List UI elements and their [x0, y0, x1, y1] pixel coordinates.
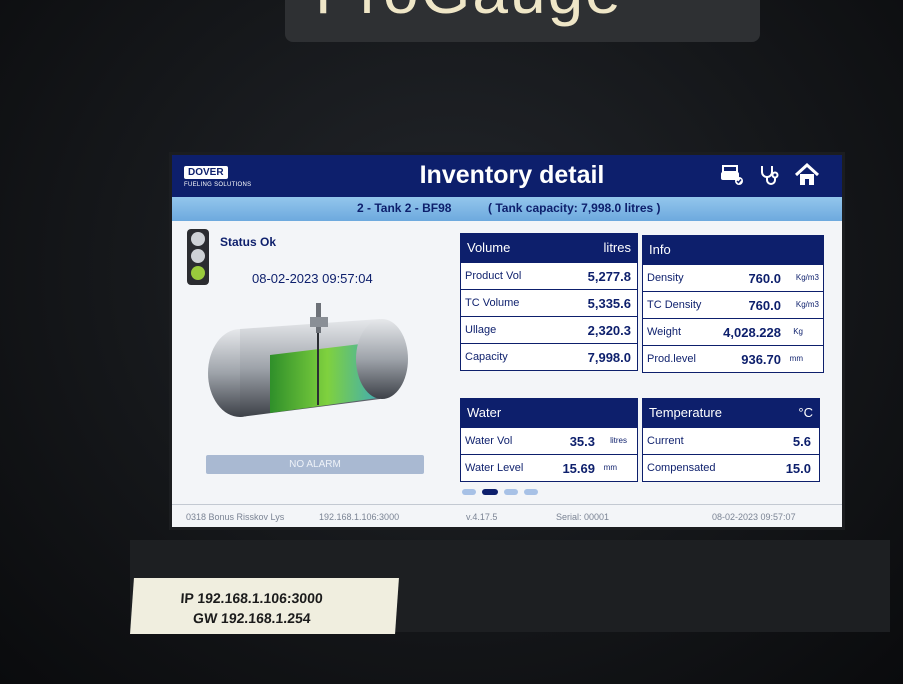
- top-bar: DOVER FUELING SOLUTIONS Inventory detail: [172, 155, 842, 197]
- info-row: Weight 4,028.228 Kg: [643, 318, 823, 345]
- status-lights: [187, 229, 209, 285]
- water-label: Water Vol: [465, 435, 513, 447]
- info-row: Density 760.0 Kg/m3: [643, 264, 823, 291]
- page-dot[interactable]: [524, 489, 538, 495]
- info-label: Weight: [647, 326, 682, 338]
- info-value: 936.70: [741, 352, 781, 367]
- temperature-header: Temperature °C: [643, 399, 819, 427]
- volume-label: Capacity: [465, 351, 508, 363]
- water-unit: litres: [610, 436, 627, 445]
- status-light-amber: [191, 249, 205, 263]
- brand-text: ProGauge: [315, 0, 623, 28]
- sticker-gw: GW 192.168.1.254: [192, 610, 312, 626]
- water-unit: mm: [603, 463, 617, 472]
- temperature-value: 15.0: [785, 461, 811, 476]
- footer-ip: 192.168.1.106:3000: [319, 512, 400, 522]
- status-text: Status Ok: [220, 235, 277, 249]
- info-row: Prod.level 936.70 mm: [643, 345, 823, 372]
- info-unit: Kg: [793, 327, 803, 336]
- home-icon[interactable]: [794, 162, 820, 193]
- info-label: Density: [647, 272, 684, 284]
- footer-serial: Serial: 00001: [556, 512, 610, 522]
- temperature-row: Compensated 15.0: [643, 454, 819, 481]
- volume-header: Volume litres: [461, 234, 637, 262]
- status-footer: 0318 Bonus Risskov Lys 192.168.1.106:300…: [172, 504, 842, 527]
- sticker-ip: IP 192.168.1.106:3000: [180, 590, 324, 606]
- volume-row: TC Volume 5,335.6: [461, 289, 637, 316]
- tank-subheader: 2 - Tank 2 - BF98 ( Tank capacity: 7,998…: [172, 197, 842, 221]
- water-label: Water Level: [465, 462, 524, 474]
- status-light-green: [191, 266, 205, 280]
- volume-value: 5,335.6: [587, 296, 631, 311]
- info-header: Info: [643, 236, 823, 264]
- logo-subtext: FUELING SOLUTIONS: [184, 182, 252, 188]
- footer-datetime: 08-02-2023 09:57:07: [712, 512, 796, 522]
- temperature-title: Temperature: [649, 405, 722, 420]
- page-dot-active[interactable]: [482, 489, 498, 495]
- info-unit: Kg/m3: [795, 300, 819, 309]
- ip-sticker: IP 192.168.1.106:3000 GW 192.168.1.254: [130, 578, 399, 634]
- volume-row: Product Vol 5,277.8: [461, 262, 637, 289]
- status-light-red: [191, 232, 205, 246]
- brand-plate: ProGauge: [285, 0, 760, 42]
- tank-graphic: [200, 297, 410, 432]
- info-label: Prod.level: [647, 353, 696, 365]
- volume-row: Capacity 7,998.0: [461, 343, 637, 370]
- water-panel: Water Water Vol 35.3 litres Water Level 15.…: [460, 398, 638, 482]
- temperature-panel: Temperature °C Current 5.6 Compensated 15.…: [642, 398, 820, 482]
- water-header: Water: [461, 399, 637, 427]
- screen: DOVER FUELING SOLUTIONS Inventory detail…: [172, 155, 842, 527]
- info-row: TC Density 760.0 Kg/m3: [643, 291, 823, 318]
- info-value: 760.0: [748, 271, 781, 286]
- info-value: 760.0: [748, 298, 781, 313]
- page-dot[interactable]: [462, 489, 476, 495]
- water-title: Water: [467, 405, 502, 420]
- dover-logo: DOVER FUELING SOLUTIONS: [184, 162, 251, 188]
- tank-name: 2 - Tank 2 - BF98: [357, 201, 452, 215]
- footer-version: v.4.17.5: [466, 512, 498, 522]
- water-row: Water Vol 35.3 litres: [461, 427, 637, 454]
- volume-title: Volume: [467, 240, 511, 255]
- water-value: 35.3: [569, 434, 595, 449]
- info-title: Info: [649, 242, 671, 257]
- volume-label: Ullage: [465, 324, 497, 336]
- volume-label: TC Volume: [465, 297, 520, 309]
- volume-label: Product Vol: [465, 270, 522, 282]
- temperature-label: Compensated: [647, 462, 716, 474]
- page-indicator: [462, 489, 538, 495]
- printer-check-icon[interactable]: [720, 164, 744, 192]
- volume-unit: litres: [603, 240, 631, 255]
- volume-value: 2,320.3: [587, 323, 631, 338]
- info-unit: Kg/m3: [795, 273, 819, 282]
- info-panel: Info Density 760.0 Kg/m3 TC Density 760.0 Kg…: [642, 235, 824, 373]
- logo-text: DOVER: [184, 166, 228, 179]
- temperature-label: Current: [647, 435, 684, 447]
- info-value: 4,028.228: [723, 325, 781, 340]
- water-row: Water Level 15.69 mm: [461, 454, 637, 481]
- volume-panel: Volume litres Product Vol 5,277.8 TC Volu…: [460, 233, 638, 371]
- temperature-value: 5.6: [792, 434, 811, 449]
- status-timestamp: 08-02-2023 09:57:04: [252, 271, 373, 286]
- footer-site: 0318 Bonus Risskov Lys: [186, 512, 285, 522]
- no-alarm-button[interactable]: NO ALARM: [206, 455, 424, 474]
- page-title: Inventory detail: [419, 161, 605, 189]
- volume-row: Ullage 2,320.3: [461, 316, 637, 343]
- info-label: TC Density: [647, 299, 702, 311]
- temperature-unit: °C: [798, 405, 813, 420]
- volume-value: 7,998.0: [587, 350, 631, 365]
- temperature-row: Current 5.6: [643, 427, 819, 454]
- tank-capacity: ( Tank capacity: 7,998.0 litres ): [488, 201, 661, 215]
- volume-value: 5,277.8: [587, 269, 631, 284]
- info-unit: mm: [789, 354, 803, 363]
- page-dot[interactable]: [504, 489, 518, 495]
- water-value: 15.69: [562, 461, 595, 476]
- stethoscope-icon[interactable]: [758, 164, 780, 192]
